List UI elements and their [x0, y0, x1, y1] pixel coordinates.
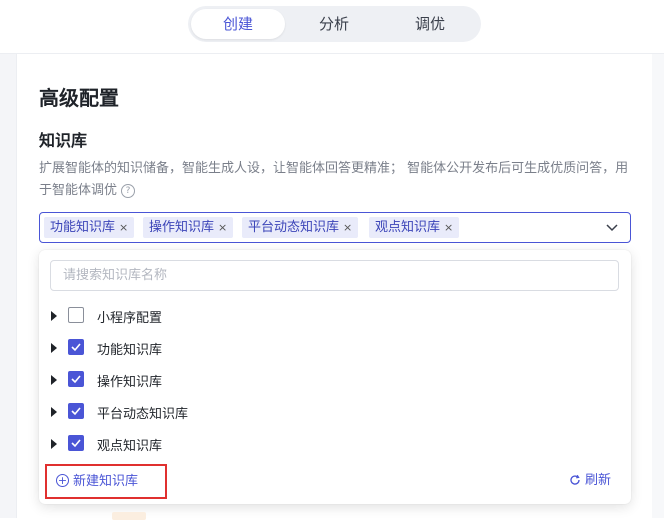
- check-icon: [71, 343, 81, 352]
- tag-remove-icon[interactable]: ×: [119, 221, 128, 234]
- tab-tune[interactable]: 调优: [383, 9, 477, 39]
- tree-item-label: 功能知识库: [97, 343, 163, 358]
- left-rail: [0, 54, 17, 518]
- tag-remove-icon[interactable]: ×: [444, 221, 453, 234]
- check-icon: [71, 375, 81, 384]
- caret-right-icon[interactable]: [51, 439, 57, 449]
- checkbox[interactable]: [68, 307, 84, 323]
- tree-item-label: 观点知识库: [97, 439, 163, 454]
- caret-right-icon[interactable]: [51, 343, 57, 353]
- refresh-label: 刷新: [585, 473, 612, 488]
- selected-tag: 观点知识库 ×: [369, 217, 460, 238]
- new-knowledge-base-button[interactable]: + 新建知识库: [45, 464, 167, 499]
- selected-tag: 操作知识库 ×: [143, 217, 234, 238]
- mode-segmented-control: 创建 分析 调优: [188, 6, 481, 42]
- tree-item[interactable]: 平台动态知识库: [39, 396, 631, 428]
- selected-tag: 功能知识库 ×: [44, 217, 135, 238]
- checkbox[interactable]: [68, 339, 84, 355]
- tag-remove-icon[interactable]: ×: [343, 221, 352, 234]
- knowledge-base-dropdown: 请搜索知识库名称 小程序配置 功能知识库 操作知识库 平台动态知识库 观点知识库…: [39, 250, 631, 504]
- help-icon[interactable]: ?: [121, 183, 136, 198]
- partial-badge: [112, 512, 146, 520]
- tree-item[interactable]: 功能知识库: [39, 332, 631, 364]
- caret-right-icon[interactable]: [51, 375, 57, 385]
- tag-remove-icon[interactable]: ×: [218, 221, 227, 234]
- tag-label: 操作知识库: [149, 220, 215, 235]
- caret-right-icon[interactable]: [51, 407, 57, 417]
- caret-right-icon[interactable]: [51, 311, 57, 321]
- top-bar: 创建 分析 调优: [0, 0, 664, 54]
- tree-item-label: 操作知识库: [97, 375, 163, 390]
- plus-circle-icon: +: [56, 474, 69, 487]
- tab-analyze[interactable]: 分析: [287, 9, 381, 39]
- chevron-down-icon[interactable]: [606, 221, 618, 233]
- checkbox[interactable]: [68, 435, 84, 451]
- refresh-button[interactable]: 刷新: [569, 472, 611, 490]
- refresh-icon: [570, 474, 580, 485]
- check-icon: [71, 407, 81, 416]
- knowledge-base-select[interactable]: 功能知识库 × 操作知识库 × 平台动态知识库 × 观点知识库 ×: [39, 212, 631, 243]
- tree-item-label: 平台动态知识库: [97, 407, 189, 422]
- tree-item[interactable]: 小程序配置: [39, 300, 631, 332]
- tag-label: 平台动态知识库: [248, 220, 340, 235]
- section-title: 高级配置: [39, 86, 119, 110]
- tag-label: 观点知识库: [375, 220, 441, 235]
- checkbox[interactable]: [68, 403, 84, 419]
- tree-item-label: 小程序配置: [97, 311, 163, 326]
- right-rail: [652, 54, 664, 518]
- selected-tag: 平台动态知识库 ×: [242, 217, 359, 238]
- check-icon: [71, 439, 81, 448]
- new-knowledge-base-label: 新建知识库: [73, 474, 139, 489]
- knowledge-base-description: 扩展智能体的知识储备，智能生成人设，让智能体回答更精准； 智能体公开发布后可生成…: [39, 158, 639, 202]
- tab-create[interactable]: 创建: [191, 9, 285, 39]
- knowledge-base-heading: 知识库: [39, 131, 88, 150]
- tree-item[interactable]: 观点知识库: [39, 428, 631, 460]
- tag-label: 功能知识库: [50, 220, 116, 235]
- search-input[interactable]: 请搜索知识库名称: [50, 260, 619, 291]
- checkbox[interactable]: [68, 371, 84, 387]
- tree-item[interactable]: 操作知识库: [39, 364, 631, 396]
